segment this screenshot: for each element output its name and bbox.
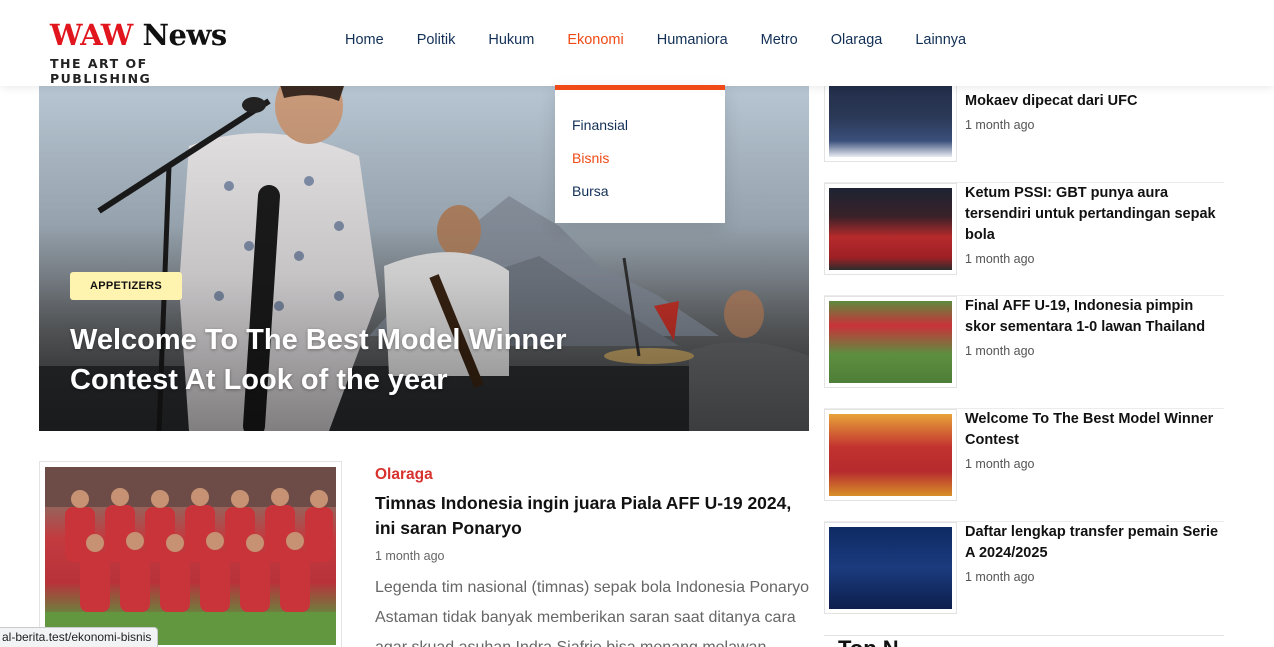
team-photo xyxy=(45,467,336,645)
sidebar-article-title[interactable]: Final AFF U-19, Indonesia pimpin skor se… xyxy=(965,296,1225,338)
article-title[interactable]: Timnas Indonesia ingin juara Piala AFF U… xyxy=(375,491,815,541)
link-preview-statusbar: al-berita.test/ekonomi-bisnis xyxy=(0,627,159,647)
logo-word-news: News xyxy=(142,18,227,52)
sidebar-article-title[interactable]: Ketum PSSI: GBT punya aura tersendiri un… xyxy=(965,183,1225,246)
section-heading: Top N xyxy=(838,636,899,647)
nav-item-humaniora[interactable]: Humaniora xyxy=(657,32,728,48)
sidebar-article-item[interactable]: Daftar lengkap transfer pemain Serie A 2… xyxy=(824,521,1224,614)
dropdown-item-bursa[interactable]: Bursa xyxy=(555,183,725,216)
sidebar-article-title[interactable]: Daftar lengkap transfer pemain Serie A 2… xyxy=(965,522,1225,564)
article-thumbnail[interactable] xyxy=(39,461,342,647)
sidebar-article-time: 1 month ago xyxy=(965,118,1035,132)
site-header: WAW News THE ART OF PUBLISHING Home Poli… xyxy=(0,0,1274,86)
nav-item-ekonomi[interactable]: Ekonomi xyxy=(567,32,623,48)
nav-item-metro[interactable]: Metro xyxy=(761,32,798,48)
stadium-photo xyxy=(829,188,952,270)
transfer-photo xyxy=(829,527,952,609)
sidebar-article-title[interactable]: Welcome To The Best Model Winner Contest xyxy=(965,409,1225,451)
sidebar-article-item[interactable]: Final AFF U-19, Indonesia pimpin skor se… xyxy=(824,295,1224,388)
champions-photo xyxy=(829,414,952,496)
article-excerpt: Legenda tim nasional (timnas) sepak bola… xyxy=(375,579,810,647)
sidebar-article-item[interactable]: Ketum PSSI: GBT punya aura tersendiri un… xyxy=(824,182,1224,275)
hero-title[interactable]: Welcome To The Best Model Winner Contest… xyxy=(70,320,630,400)
dropdown-item-bisnis[interactable]: Bisnis xyxy=(555,150,725,183)
logo-tagline: THE ART OF PUBLISHING xyxy=(50,56,152,86)
sidebar-thumbnail[interactable] xyxy=(824,183,957,275)
nav-item-olaraga[interactable]: Olaraga xyxy=(831,32,883,48)
logo-wordmark: WAW News xyxy=(50,20,240,50)
ufc-photo xyxy=(829,76,952,157)
nav-item-hukum[interactable]: Hukum xyxy=(488,32,534,48)
sidebar-thumbnail[interactable] xyxy=(824,296,957,388)
category-badge[interactable]: APPETIZERS xyxy=(70,272,183,300)
sidebar-article-time: 1 month ago xyxy=(965,252,1035,266)
logo-word-waw: WAW xyxy=(50,18,133,52)
nav-item-politik[interactable]: Politik xyxy=(417,32,456,48)
sidebar-thumbnail[interactable] xyxy=(824,409,957,501)
nav-item-lainnya[interactable]: Lainnya xyxy=(915,32,966,48)
nav-item-home[interactable]: Home xyxy=(345,32,384,48)
article-category[interactable]: Olaraga xyxy=(375,466,433,484)
main-nav: Home Politik Hukum Ekonomi Humaniora Met… xyxy=(345,32,999,48)
dropdown-item-finansial[interactable]: Finansial xyxy=(555,117,725,150)
ekonomi-dropdown-menu: Finansial Bisnis Bursa xyxy=(555,85,725,223)
sidebar-article-time: 1 month ago xyxy=(965,344,1035,358)
sidebar-thumbnail[interactable] xyxy=(824,522,957,614)
site-logo[interactable]: WAW News THE ART OF PUBLISHING xyxy=(50,20,240,86)
article-timestamp: 1 month ago xyxy=(375,549,445,563)
sidebar-article-time: 1 month ago xyxy=(965,457,1035,471)
sidebar-article-item[interactable]: Welcome To The Best Model Winner Contest… xyxy=(824,408,1224,501)
sidebar-article-title[interactable]: Mokaev dipecat dari UFC xyxy=(965,91,1225,112)
sidebar-article-time: 1 month ago xyxy=(965,570,1035,584)
football-match-photo xyxy=(829,301,952,383)
